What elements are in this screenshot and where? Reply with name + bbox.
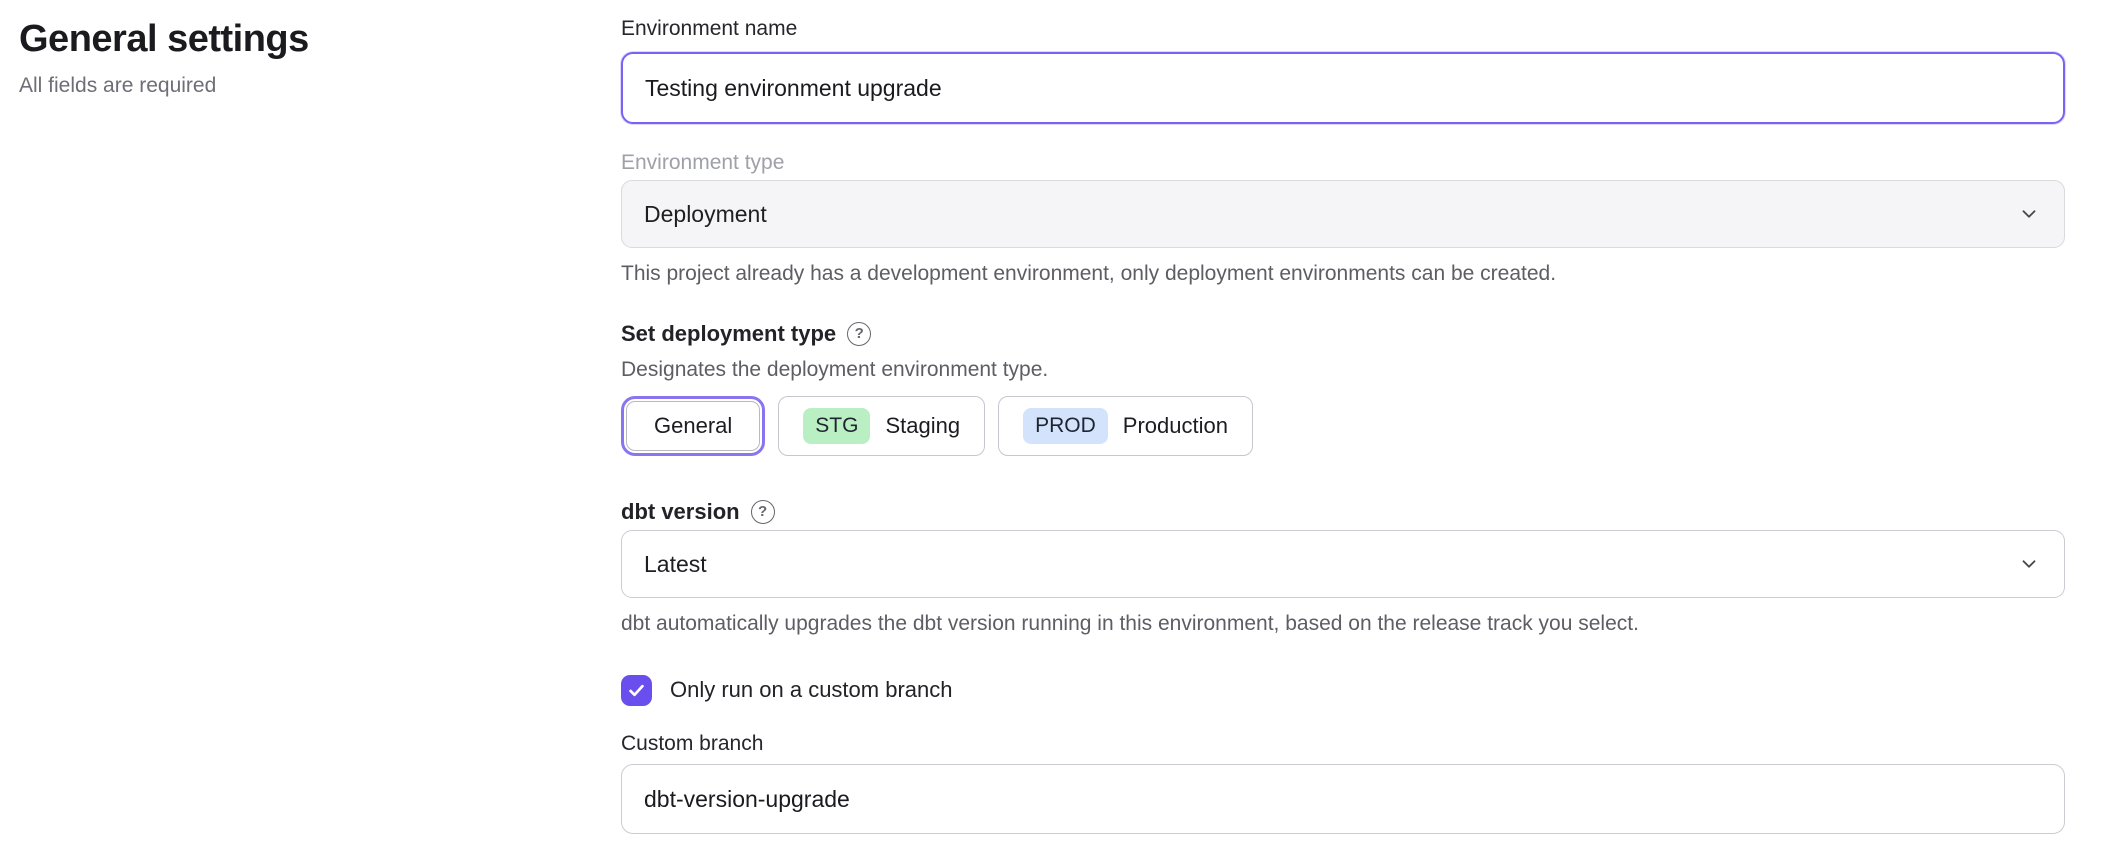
page-title: General settings <box>19 16 621 62</box>
environment-type-select: Deployment <box>621 180 2065 248</box>
checkmark-icon <box>627 681 646 700</box>
deployment-type-options: General STG Staging PROD Production <box>621 396 2065 456</box>
stg-badge: STG <box>803 408 870 444</box>
environment-type-helper: This project already has a development e… <box>621 260 2065 288</box>
production-option-label: Production <box>1123 413 1228 439</box>
deployment-type-production-button[interactable]: PROD Production <box>998 396 1253 456</box>
custom-branch-input[interactable] <box>621 764 2065 834</box>
environment-type-value: Deployment <box>644 201 767 228</box>
general-option-label: General <box>654 413 732 439</box>
prod-badge: PROD <box>1023 408 1108 444</box>
deployment-type-section-label: Set deployment type ? <box>621 318 2065 350</box>
settings-form: Environment name Environment type Deploy… <box>621 0 2065 834</box>
custom-branch-checkbox-label[interactable]: Only run on a custom branch <box>670 677 952 703</box>
help-icon[interactable]: ? <box>751 500 775 524</box>
dbt-version-section-label: dbt version ? <box>621 496 2065 528</box>
custom-branch-toggle-row: Only run on a custom branch <box>621 674 2065 706</box>
help-icon[interactable]: ? <box>847 322 871 346</box>
chevron-down-icon <box>2018 553 2040 575</box>
dbt-version-select[interactable]: Latest <box>621 530 2065 598</box>
chevron-down-icon <box>2018 203 2040 225</box>
dbt-version-helper: dbt automatically upgrades the dbt versi… <box>621 610 2065 638</box>
deployment-type-general-selected-ring: General <box>621 396 765 456</box>
environment-name-label: Environment name <box>621 14 2065 44</box>
environment-name-input[interactable] <box>621 52 2065 124</box>
deployment-type-label-text: Set deployment type <box>621 318 836 350</box>
settings-header: General settings All fields are required <box>0 0 621 834</box>
deployment-type-staging-button[interactable]: STG Staging <box>778 396 985 456</box>
staging-option-label: Staging <box>885 413 960 439</box>
dbt-version-label-text: dbt version <box>621 496 740 528</box>
environment-type-label: Environment type <box>621 148 2065 178</box>
deployment-type-description: Designates the deployment environment ty… <box>621 356 2065 384</box>
dbt-version-value: Latest <box>644 551 707 578</box>
environment-settings-page: General settings All fields are required… <box>0 0 2116 834</box>
deployment-type-general-button[interactable]: General <box>626 401 760 451</box>
custom-branch-checkbox[interactable] <box>621 675 652 706</box>
custom-branch-label: Custom branch <box>621 730 2065 758</box>
page-subtitle: All fields are required <box>19 72 621 100</box>
